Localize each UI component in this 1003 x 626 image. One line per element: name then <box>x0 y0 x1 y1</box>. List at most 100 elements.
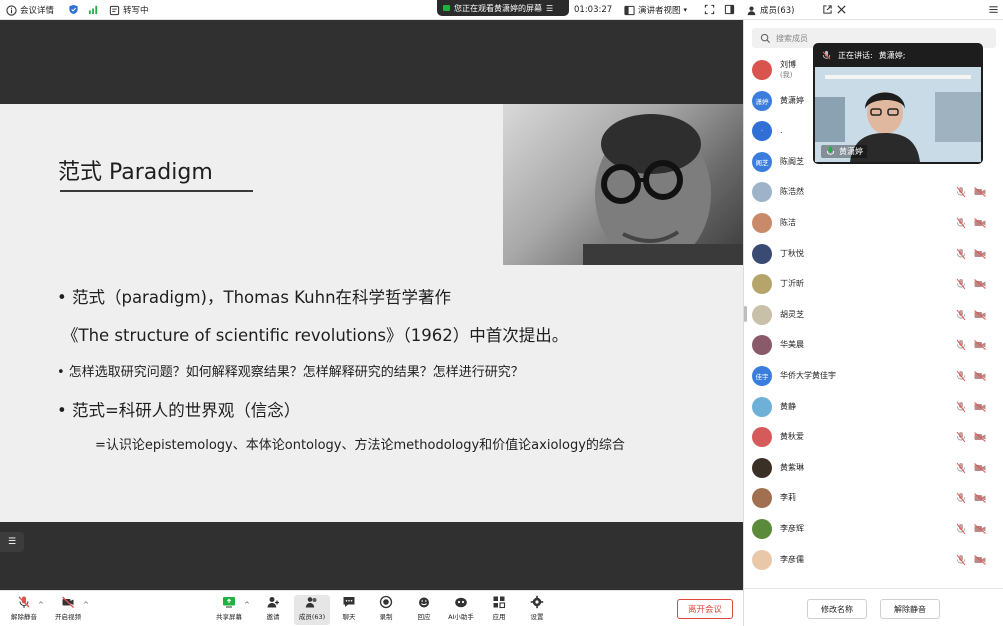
camera-off-icon[interactable] <box>974 187 986 198</box>
member-row[interactable]: 黄紫琳 <box>752 454 998 482</box>
speaking-label: 正在讲话: <box>838 50 873 60</box>
member-name-block: 李彦辉 <box>780 524 804 534</box>
member-row[interactable]: 李彦儒 <box>752 546 998 574</box>
invite-button[interactable]: 邀请 <box>255 595 291 625</box>
mic-muted-icon[interactable] <box>956 278 966 290</box>
mic-muted-icon[interactable] <box>956 523 966 535</box>
rename-button[interactable]: 修改名称 <box>807 599 867 619</box>
speaking-name: 黄潇婷; <box>878 50 906 60</box>
mic-muted-icon[interactable] <box>956 339 966 351</box>
share-screen-button[interactable]: 共享屏幕 <box>211 595 247 625</box>
camera-off-icon[interactable] <box>974 218 986 228</box>
share-notice-banner[interactable]: 您正在观看黄潇婷的屏幕 ☰ <box>437 0 569 16</box>
camera-off-icon[interactable] <box>974 279 986 290</box>
mic-muted-icon[interactable] <box>956 492 966 504</box>
mic-muted-icon[interactable] <box>956 554 966 566</box>
mic-icon <box>826 146 835 155</box>
member-row[interactable]: 陈浩然 <box>752 178 998 206</box>
screen-share-icon <box>443 5 450 11</box>
camera-off-icon[interactable] <box>974 401 986 412</box>
member-name-block: 黄紫琳 <box>780 463 804 473</box>
view-mode-dropdown[interactable]: 演讲者视图 ▾ <box>624 0 687 20</box>
avatar <box>752 60 772 80</box>
video-options-chevron-icon[interactable]: ^ <box>83 601 89 609</box>
start-video-button[interactable]: 开启视频 <box>50 595 86 625</box>
camera-off-icon[interactable] <box>974 248 986 259</box>
mic-muted-icon[interactable] <box>956 370 966 382</box>
mic-muted-icon[interactable] <box>956 462 966 474</box>
top-bar: 会议详情 转写中 您正在观看黄潇婷的屏幕 ☰ 01:03:27 演讲者视图 ▾ … <box>0 0 1003 20</box>
avatar <box>752 304 772 325</box>
mic-muted-icon[interactable] <box>956 186 966 198</box>
mic-muted-icon[interactable] <box>956 309 966 321</box>
mic-options-chevron-icon[interactable]: ^ <box>38 601 44 609</box>
camera-off-icon[interactable] <box>974 524 986 534</box>
speaker-video-window[interactable]: 正在讲话: 黄潇婷; 黄潇婷 <box>813 43 983 164</box>
reply-button[interactable]: 回应 <box>406 595 442 625</box>
camera-off-icon[interactable] <box>974 432 986 443</box>
member-row[interactable]: 佳宇 华侨大学黄佳宇 <box>752 362 998 390</box>
leave-meeting-button[interactable]: 离开会议 <box>677 599 733 619</box>
pop-out-icon[interactable] <box>822 4 833 15</box>
signal-icon[interactable] <box>88 4 99 15</box>
avatar <box>752 274 772 295</box>
share-options-chevron-icon[interactable]: ^ <box>244 601 250 609</box>
mic-muted-icon[interactable] <box>956 401 966 413</box>
member-row[interactable]: 李莉 <box>752 484 998 512</box>
camera-off-icon[interactable] <box>974 340 986 351</box>
shield-icon[interactable] <box>68 4 79 15</box>
camera-off-icon[interactable] <box>974 309 986 320</box>
chat-icon <box>343 597 355 607</box>
member-row[interactable]: 陈洁 <box>752 209 998 237</box>
member-name: 李彦儒 <box>780 554 804 564</box>
member-row[interactable]: 胡灵芝 <box>752 301 998 329</box>
hamburger-menu-icon[interactable] <box>988 4 999 15</box>
record-icon <box>379 595 393 609</box>
slide-bullet-3: • 范式=科研人的世界观（信念） <box>57 401 301 420</box>
share-notice-text: 您正在观看黄潇婷的屏幕 <box>454 3 542 13</box>
sidebar-toggle-icon[interactable] <box>724 4 735 15</box>
member-row[interactable]: 黄秋爱 <box>752 423 998 451</box>
meeting-info-button[interactable]: 会议详情 <box>6 0 54 20</box>
unmute-button[interactable]: 解除静音 <box>6 595 42 625</box>
chat-button[interactable]: 聊天 <box>331 595 367 625</box>
member-row[interactable]: 黄静 <box>752 393 998 421</box>
fullscreen-icon[interactable] <box>704 4 715 15</box>
list-icon: ☰ <box>7 537 17 547</box>
slide-bullet-1: • 范式（paradigm)，Thomas Kuhn在科学哲学著作 <box>57 288 452 307</box>
member-name-block: 李彦儒 <box>780 555 804 565</box>
avatar: 阁芝 <box>752 151 772 172</box>
transcribing-status[interactable]: 转写中 <box>109 0 149 20</box>
members-tab[interactable]: 成员(63) <box>746 0 794 20</box>
unmute-participant-button[interactable]: 解除静音 <box>880 599 940 619</box>
mic-muted-icon[interactable] <box>956 248 966 260</box>
search-icon <box>760 33 771 43</box>
camera-off-icon[interactable] <box>974 371 986 381</box>
menu-icon[interactable]: ☰ <box>546 4 553 13</box>
speaker-video-name: 黄潇婷 <box>839 147 863 156</box>
avatar <box>752 335 772 356</box>
member-row[interactable]: 丁秋悦 <box>752 240 998 268</box>
close-icon[interactable] <box>836 4 847 15</box>
shared-screen[interactable]: 范式 Paradigm • 范式（paradigm)，Thomas Kuhn在科… <box>0 20 743 590</box>
panel-resize-handle[interactable] <box>744 306 747 322</box>
side-list-toggle[interactable]: ☰ <box>0 532 24 552</box>
member-row[interactable]: 丁沂昕 <box>752 270 998 298</box>
settings-button[interactable]: 设置 <box>519 595 555 625</box>
record-button[interactable]: 录制 <box>368 595 404 625</box>
camera-off-icon[interactable] <box>974 462 986 473</box>
members-button[interactable]: 成员(63) <box>294 595 330 625</box>
slide-bullet-2: • 怎样选取研究问题？如何解释观察结果？怎样解释研究的结果？怎样进行研究？ <box>57 365 524 380</box>
member-name-block: 刘博 (我) <box>780 60 796 80</box>
member-row[interactable]: 李彦辉 <box>752 515 998 543</box>
member-name: . <box>780 126 783 136</box>
ai-assistant-button[interactable]: AI小助手 <box>443 595 479 625</box>
member-row[interactable]: 华美晨 <box>752 331 998 359</box>
apps-button[interactable]: 应用 <box>481 595 517 625</box>
camera-off-icon[interactable] <box>974 554 986 565</box>
mic-muted-icon[interactable] <box>956 431 966 443</box>
mic-muted-icon[interactable] <box>956 217 966 229</box>
invite-label: 邀请 <box>266 613 280 621</box>
camera-off-icon[interactable] <box>974 493 986 504</box>
member-name: 丁秋悦 <box>780 248 804 258</box>
